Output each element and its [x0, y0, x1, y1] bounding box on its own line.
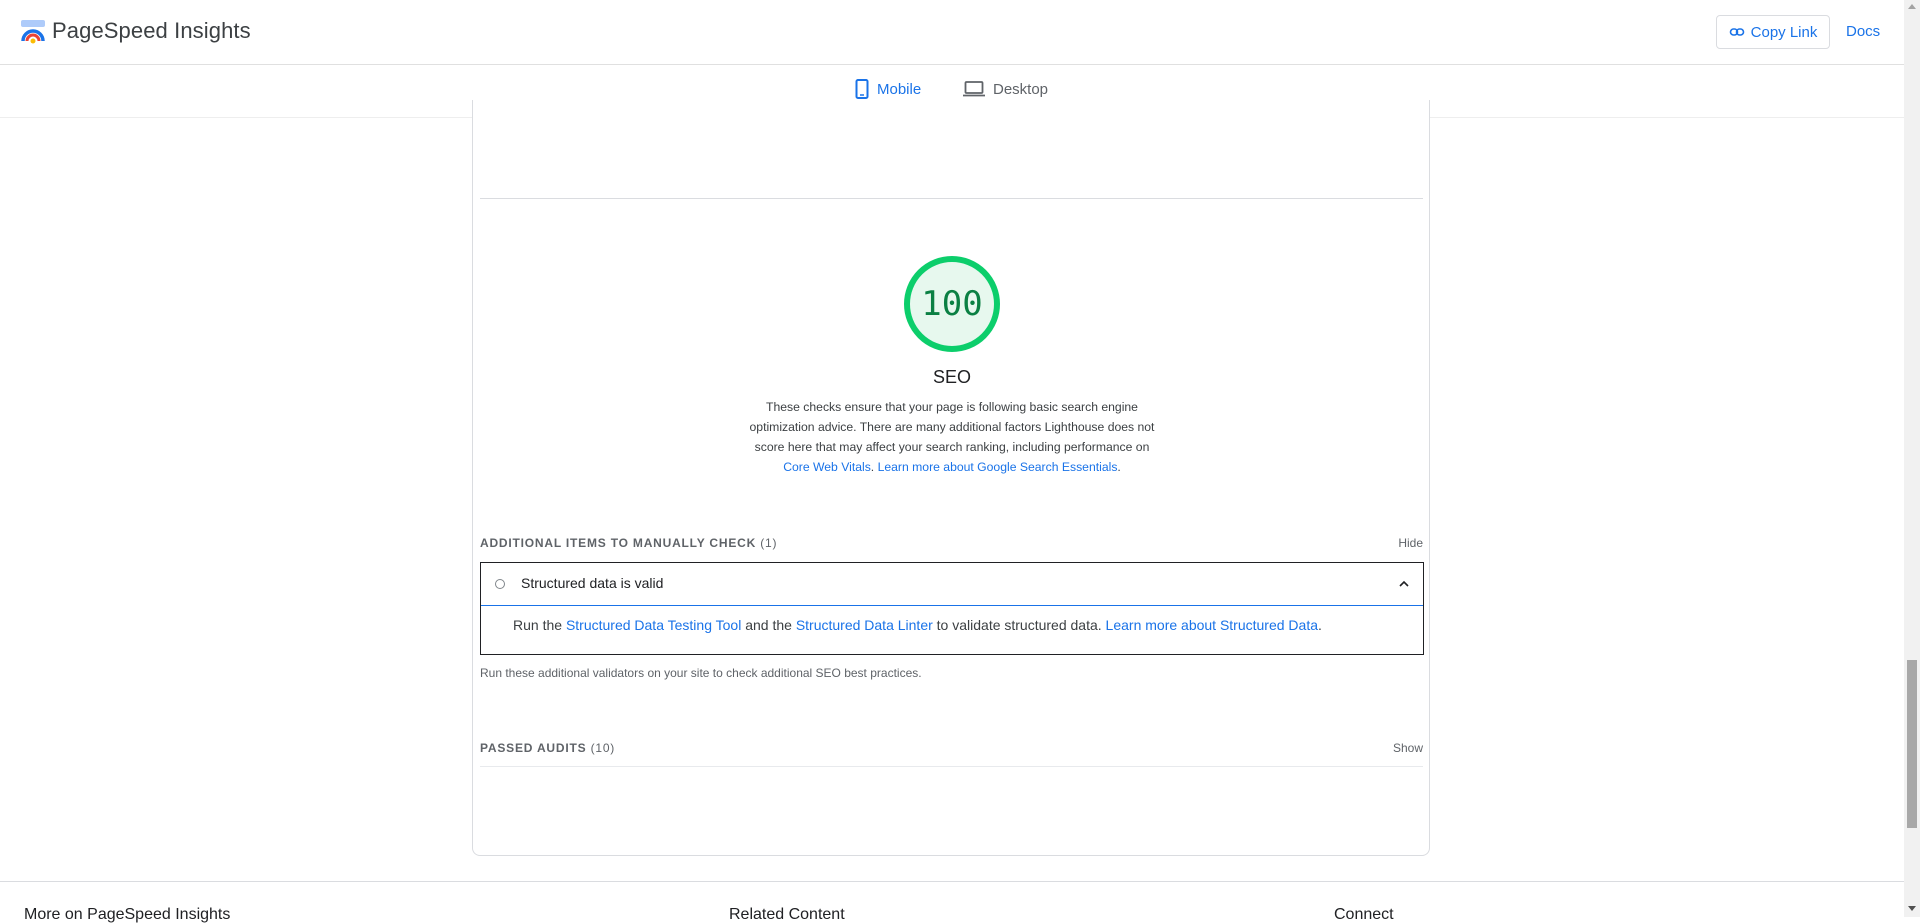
category-description-text: These checks ensure that your page is fo… [749, 400, 1155, 454]
category-description-end: . [1117, 460, 1121, 474]
audit-description: Run the Structured Data Testing Tool and… [513, 617, 1322, 633]
copy-link-button[interactable]: Copy Link [1716, 15, 1830, 49]
manual-check-group-title: ADDITIONAL ITEMS TO MANUALLY CHECK (1) [480, 536, 777, 550]
category-description-sep: . [870, 460, 878, 474]
footer-divider [0, 881, 1904, 882]
page-scrollbar[interactable] [1904, 0, 1920, 917]
link-icon [1729, 28, 1744, 36]
passed-audits-count: (10) [590, 741, 616, 755]
tab-desktop-label: Desktop [993, 80, 1049, 98]
docs-link[interactable]: Docs [1846, 23, 1880, 40]
seo-score-gauge[interactable]: 100 [904, 256, 1000, 352]
manual-audit-circle-icon [495, 579, 505, 589]
search-essentials-link[interactable]: Learn more about Google Search Essential… [878, 460, 1118, 474]
manual-check-title-text: ADDITIONAL ITEMS TO MANUALLY CHECK [480, 536, 757, 550]
audit-desc-text-2: and the [741, 617, 796, 633]
passed-audits-divider [480, 766, 1423, 767]
audit-desc-text-1: Run the [513, 617, 566, 633]
audit-title: Structured data is valid [521, 575, 664, 591]
show-toggle[interactable]: Show [1393, 741, 1423, 755]
learn-more-structured-data-link[interactable]: Learn more about Structured Data [1106, 617, 1318, 633]
structured-data-linter-link[interactable]: Structured Data Linter [796, 617, 933, 633]
pagespeed-logo-icon[interactable] [20, 19, 46, 45]
audit-summary-row[interactable]: Structured data is valid [481, 563, 1423, 606]
laptop-icon [963, 81, 985, 97]
passed-audits-group-title: PASSED AUDITS (10) [480, 741, 615, 755]
audit-desc-text-4: . [1318, 617, 1322, 633]
category-title: SEO [932, 367, 971, 387]
app-title[interactable]: PageSpeed Insights [52, 18, 251, 44]
top-app-bar: PageSpeed Insights Copy Link Docs [0, 0, 1904, 65]
manual-group-description: Run these additional validators on your … [480, 666, 922, 680]
scroll-up-arrow-icon[interactable] [1908, 4, 1916, 9]
passed-audits-title-text: PASSED AUDITS [480, 741, 587, 755]
passed-audits-group-header[interactable]: PASSED AUDITS (10) Show [480, 741, 1423, 761]
scrollbar-thumb[interactable] [1907, 660, 1917, 828]
manual-check-count: (1) [760, 536, 778, 550]
category-divider [480, 198, 1423, 199]
chevron-up-icon[interactable] [1397, 577, 1411, 591]
footer-heading-more: More on PageSpeed Insights [24, 906, 231, 923]
hide-toggle[interactable]: Hide [1398, 536, 1423, 550]
manual-check-group-header: ADDITIONAL ITEMS TO MANUALLY CHECK (1) H… [480, 536, 1423, 556]
core-web-vitals-link[interactable]: Core Web Vitals [783, 460, 871, 474]
copy-link-label: Copy Link [1750, 23, 1818, 41]
scroll-down-arrow-icon[interactable] [1908, 906, 1916, 911]
structured-data-testing-tool-link[interactable]: Structured Data Testing Tool [566, 617, 741, 633]
category-description: These checks ensure that your page is fo… [746, 397, 1158, 477]
footer-heading-connect: Connect [1334, 906, 1394, 923]
seo-score-value: 100 [921, 284, 983, 324]
tab-mobile-label: Mobile [877, 80, 922, 98]
footer-heading-related: Related Content [729, 906, 845, 923]
audit-desc-text-3: to validate structured data. [932, 617, 1106, 633]
structured-data-audit: Structured data is valid Run the Structu… [480, 562, 1424, 655]
smartphone-icon [855, 79, 869, 99]
